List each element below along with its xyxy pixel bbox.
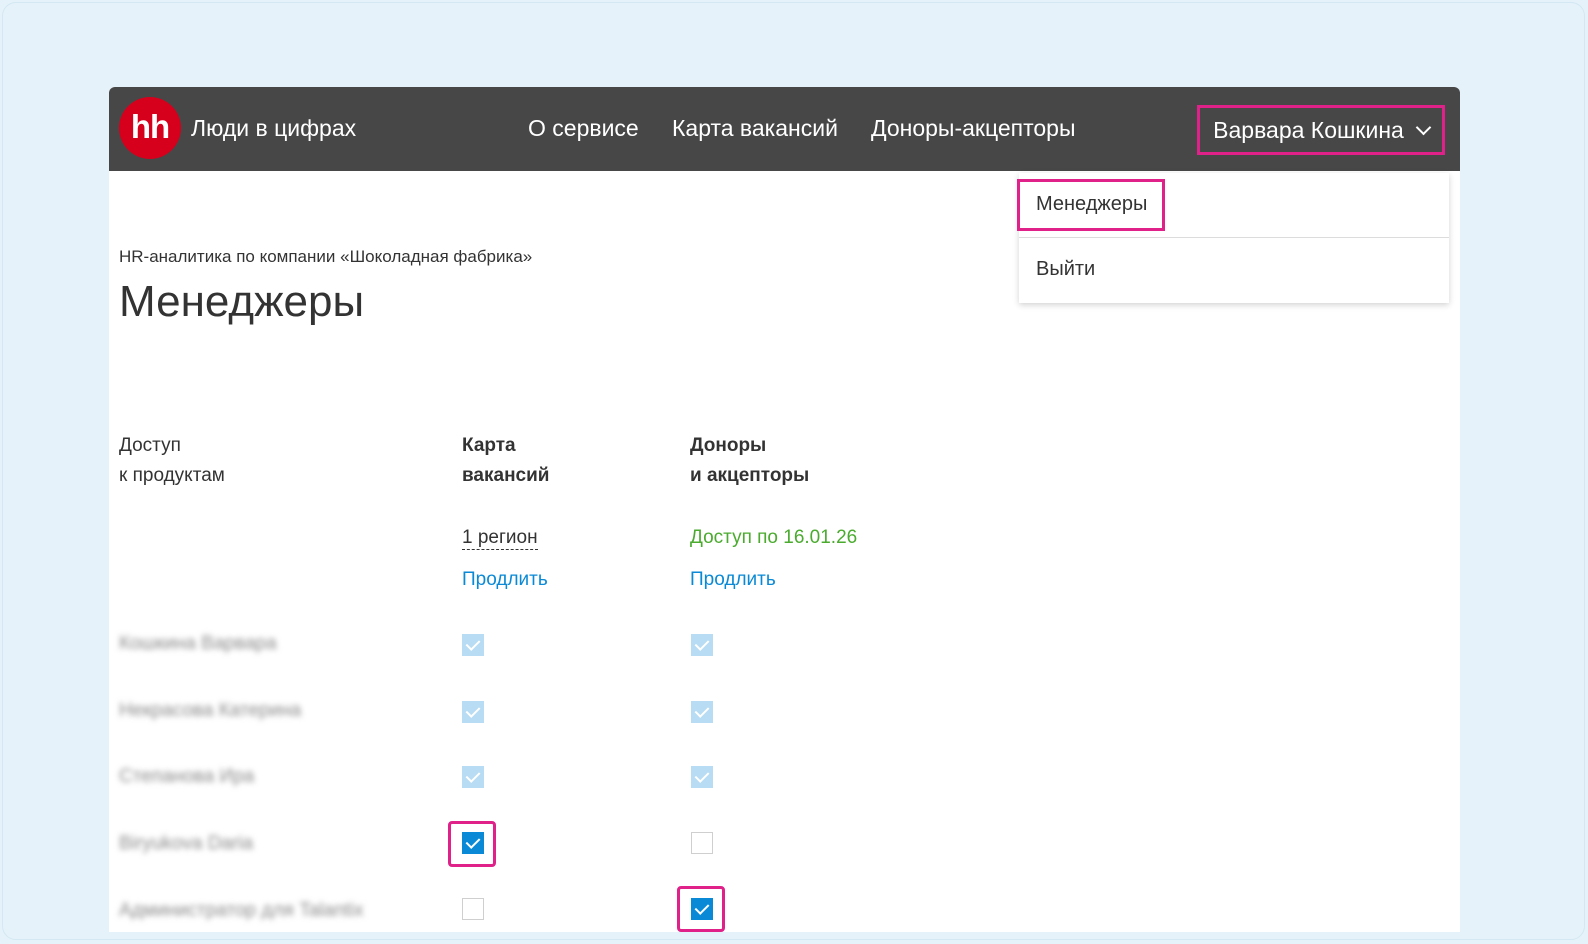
manager-name: Администратор для Talantix <box>119 900 364 921</box>
checkmark-icon <box>465 703 481 718</box>
top-navigation-bar: hh Люди в цифрах О сервисе Карта ваканси… <box>109 87 1460 171</box>
access-label-line1: Доступ <box>119 435 181 456</box>
checkmark-icon <box>465 768 481 783</box>
brand-title[interactable]: Люди в цифрах <box>191 115 356 142</box>
checkbox-vacancies-map <box>462 701 484 723</box>
nav-donors-acceptors[interactable]: Доноры-акцепторы <box>871 115 1076 142</box>
region-count-link[interactable]: 1 регион <box>462 527 538 550</box>
manager-name: Некрасова Катерина <box>119 700 302 721</box>
manager-name: Степанова Ира <box>119 766 255 787</box>
column-header-vacancies-map: Карта вакансий <box>462 431 549 491</box>
breadcrumb: HR-аналитика по компании «Шоколадная фаб… <box>119 247 533 266</box>
checkmark-icon <box>694 636 710 651</box>
checkbox-donors <box>691 701 713 723</box>
nav-about-service[interactable]: О сервисе <box>528 115 639 142</box>
dropdown-item-logout[interactable]: Выйти <box>1019 238 1449 302</box>
checkbox-donors <box>691 766 713 788</box>
access-label-line2: к продуктам <box>119 465 225 486</box>
manager-name: Biryukova Daria <box>119 833 254 854</box>
highlight-checkbox <box>448 821 496 867</box>
dropdown-item-label: Выйти <box>1036 258 1096 280</box>
user-menu-button[interactable]: Варвара Кошкина <box>1197 105 1445 155</box>
column-title-line1: Доноры <box>690 435 767 456</box>
extend-vacancies-map-link[interactable]: Продлить <box>462 569 548 591</box>
nav-vacancies-map[interactable]: Карта вакансий <box>672 115 838 142</box>
highlight-managers-item <box>1017 179 1165 231</box>
highlight-checkbox <box>677 886 725 932</box>
column-title-line1: Карта <box>462 435 516 456</box>
column-header-donors: Доноры и акцепторы <box>690 431 809 491</box>
app-window: hh Люди в цифрах О сервисе Карта ваканси… <box>109 87 1460 932</box>
manager-name: Кошкина Варвара <box>119 633 277 654</box>
checkbox-donors[interactable] <box>691 832 713 854</box>
hh-logo[interactable]: hh <box>119 97 181 159</box>
checkbox-donors <box>691 634 713 656</box>
checkmark-icon <box>694 768 710 783</box>
checkmark-icon <box>694 703 710 718</box>
access-label: Доступ к продуктам <box>119 431 225 491</box>
page-title: Менеджеры <box>119 277 365 326</box>
access-expiry-date: Доступ по 16.01.26 <box>690 527 858 548</box>
checkmark-icon <box>465 636 481 651</box>
column-title-line2: и акцепторы <box>690 465 810 486</box>
column-title-line2: вакансий <box>462 465 550 486</box>
checkbox-vacancies-map[interactable] <box>462 898 484 920</box>
checkbox-vacancies-map <box>462 634 484 656</box>
extend-donors-link[interactable]: Продлить <box>690 569 776 591</box>
chevron-down-icon <box>1415 119 1432 135</box>
checkbox-vacancies-map <box>462 766 484 788</box>
user-name: Варвара Кошкина <box>1213 116 1404 143</box>
